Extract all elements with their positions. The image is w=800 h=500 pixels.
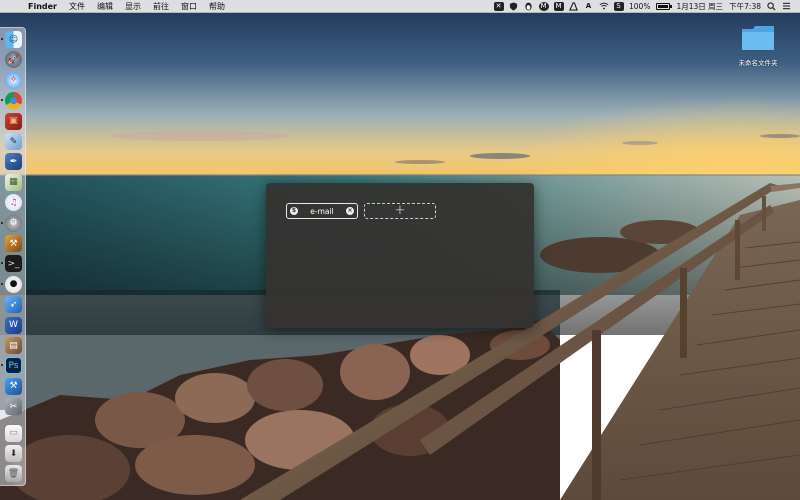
wifi-icon[interactable]	[599, 2, 609, 11]
a-text-icon[interactable]: A	[584, 2, 594, 11]
battery-icon[interactable]	[656, 2, 673, 10]
dock-downloads-icon[interactable]: ⬇	[5, 445, 22, 462]
dock-documents-icon[interactable]: ▭	[5, 424, 22, 442]
search-icon[interactable]	[767, 1, 777, 11]
folder-icon	[741, 25, 775, 51]
dock-system-preferences-icon[interactable]: ⚙	[5, 214, 22, 232]
dock-itunes-icon[interactable]: ♫	[5, 194, 22, 212]
dock-finder-icon[interactable]: ☺	[5, 31, 22, 48]
desktop-folder[interactable]: 未命名文件夹	[733, 25, 783, 67]
dock-bird-app-icon[interactable]: ➶	[5, 296, 22, 314]
dock-sketchup-icon[interactable]: ▣	[5, 112, 22, 130]
dock-robot-app-icon[interactable]: ⚒	[5, 235, 22, 252]
desktop: Finder 文件 编辑 显示 前往 窗口 帮助 ✕ M M A S 100% …	[0, 0, 800, 500]
dock-terminal-icon[interactable]: >_	[5, 255, 22, 273]
dock-pen-tool-icon[interactable]: ✒	[5, 153, 22, 171]
dock-chrome-icon[interactable]: ●	[5, 92, 22, 110]
menu-bar: Finder 文件 编辑 显示 前往 窗口 帮助 ✕ M M A S 100% …	[0, 0, 800, 13]
dock-running-indicator	[1, 282, 3, 285]
m-circle-icon[interactable]: M	[538, 1, 549, 11]
dock-running-indicator	[1, 262, 3, 265]
dock-photo-viewer-icon[interactable]: ✎	[5, 133, 22, 150]
dock-word-icon[interactable]: W	[5, 316, 22, 334]
dock-running-indicator	[1, 364, 3, 367]
qq-penguin-icon[interactable]	[524, 2, 534, 11]
dock-photoshop-icon[interactable]: Ps	[5, 357, 22, 375]
dock-trash-icon[interactable]: 🗑	[5, 465, 22, 483]
menu-go[interactable]: 前往	[147, 1, 175, 12]
dock-running-indicator	[1, 221, 3, 224]
menu-help[interactable]: 帮助	[203, 1, 231, 12]
menu-app-finder[interactable]: Finder	[22, 2, 63, 11]
dock: ☺ 🚀 ✧ ● ▣ ✎ ✒ ▦ ♫ ⚙ ⚒ >_ ● ➶ W ▤ Ps ⚒ ✂ ▭ ⬇ 🗑	[0, 27, 26, 486]
plus-icon: +	[394, 203, 406, 218]
menubar-date[interactable]: 1月13日 周三	[676, 1, 723, 12]
menu-file[interactable]: 文件	[63, 1, 91, 12]
dock-preview-icon[interactable]: ▦	[5, 173, 22, 191]
dock-launchpad-icon[interactable]: 🚀	[5, 51, 22, 69]
battery-fill	[658, 4, 669, 8]
dock-running-indicator	[1, 38, 3, 40]
email-tag[interactable]: $ e-mail ×	[286, 203, 358, 219]
tag-label: e-mail	[310, 206, 334, 216]
s-icon[interactable]: S	[613, 1, 624, 11]
folder-label: 未命名文件夹	[738, 59, 778, 67]
battery-percent: 100%	[629, 1, 651, 11]
list-menu-icon[interactable]	[782, 2, 792, 11]
dock-photo-app-icon[interactable]: ▤	[5, 337, 22, 354]
menu-view[interactable]: 显示	[119, 1, 147, 12]
add-tag-button[interactable]: +	[364, 203, 436, 219]
tag-panel: $ e-mail × +	[266, 183, 534, 328]
adobe-icon[interactable]	[569, 1, 579, 11]
tag-remove-icon[interactable]: ×	[346, 207, 354, 215]
dock-safari-icon[interactable]: ✧	[5, 71, 22, 89]
shield-icon[interactable]	[509, 1, 519, 11]
m-square-icon[interactable]: M	[553, 1, 564, 11]
tag-menu-icon[interactable]: $	[290, 207, 298, 215]
dock-qq-icon[interactable]: ●	[5, 275, 22, 293]
dock-running-indicator	[1, 99, 3, 102]
menubar-time[interactable]: 下午7:38	[729, 1, 761, 12]
x-icon[interactable]: ✕	[493, 1, 504, 11]
menu-window[interactable]: 窗口	[175, 1, 203, 12]
dock-xcode-icon[interactable]: ⚒	[5, 377, 22, 395]
dock-tools-app-icon[interactable]: ✂	[5, 398, 22, 416]
menu-edit[interactable]: 编辑	[91, 1, 119, 12]
